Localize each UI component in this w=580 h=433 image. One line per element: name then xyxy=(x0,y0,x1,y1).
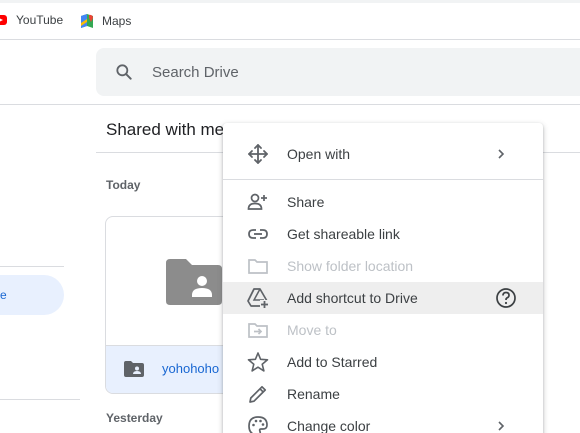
bookmark-youtube[interactable]: YouTube xyxy=(0,13,63,27)
menu-item-rename[interactable]: Rename xyxy=(223,378,543,410)
youtube-icon xyxy=(0,15,7,25)
chevron-right-icon xyxy=(497,148,505,160)
section-header-yesterday: Yesterday xyxy=(106,411,163,425)
chevron-right-icon xyxy=(497,420,505,432)
page-title[interactable]: Shared with me xyxy=(106,120,224,140)
menu-item-show-folder-location: Show folder location xyxy=(223,250,543,282)
help-icon[interactable] xyxy=(495,287,517,309)
menu-divider xyxy=(223,179,543,180)
menu-item-share[interactable]: Share xyxy=(223,186,543,218)
add-person-icon xyxy=(247,191,269,213)
bookmark-label: YouTube xyxy=(16,13,64,27)
context-menu: Open with Share Get shareable link Show … xyxy=(223,123,543,433)
search-input[interactable] xyxy=(152,48,572,96)
search-icon[interactable] xyxy=(114,62,134,82)
move-to-folder-icon xyxy=(247,319,269,341)
menu-item-get-link[interactable]: Get shareable link xyxy=(223,218,543,250)
menu-item-add-to-starred[interactable]: Add to Starred xyxy=(223,346,543,378)
maps-icon xyxy=(81,14,94,28)
drive-shortcut-icon xyxy=(247,287,269,309)
menu-item-label: Open with xyxy=(287,146,351,162)
section-header-today: Today xyxy=(106,178,141,192)
menu-item-label: Add shortcut to Drive xyxy=(287,290,418,306)
bookmark-maps[interactable]: Maps xyxy=(80,13,131,29)
sidebar-item-label: e xyxy=(0,288,7,302)
pencil-icon xyxy=(247,383,269,405)
palette-icon xyxy=(247,415,269,433)
menu-item-label: Share xyxy=(287,194,325,210)
menu-item-label: Move to xyxy=(287,322,337,338)
menu-item-label: Add to Starred xyxy=(287,354,378,370)
menu-item-add-shortcut[interactable]: Add shortcut to Drive xyxy=(223,282,543,314)
menu-item-label: Get shareable link xyxy=(287,226,400,242)
shared-folder-icon xyxy=(124,361,144,377)
move-arrows-icon xyxy=(247,143,269,165)
folder-outline-icon xyxy=(247,255,269,277)
header-divider xyxy=(0,104,580,105)
menu-item-label: Rename xyxy=(287,386,340,402)
search-bar[interactable] xyxy=(96,48,580,96)
sidebar-divider xyxy=(0,399,80,400)
menu-item-move-to: Move to xyxy=(223,314,543,346)
folder-name: yohohoho xyxy=(162,361,220,376)
sidebar-divider xyxy=(0,266,64,267)
menu-item-label: Show folder location xyxy=(287,258,414,274)
shared-folder-icon xyxy=(166,259,222,305)
menu-item-open-with[interactable]: Open with xyxy=(223,138,543,170)
link-icon xyxy=(247,223,269,245)
menu-item-label: Change color xyxy=(287,418,371,433)
menu-item-change-color[interactable]: Change color xyxy=(223,410,543,433)
star-icon xyxy=(247,351,269,373)
sidebar-item-shared-with-me[interactable]: e xyxy=(0,275,64,315)
bookmark-label: Maps xyxy=(102,14,132,28)
bookmarks-bar: YouTube Maps xyxy=(0,0,580,40)
